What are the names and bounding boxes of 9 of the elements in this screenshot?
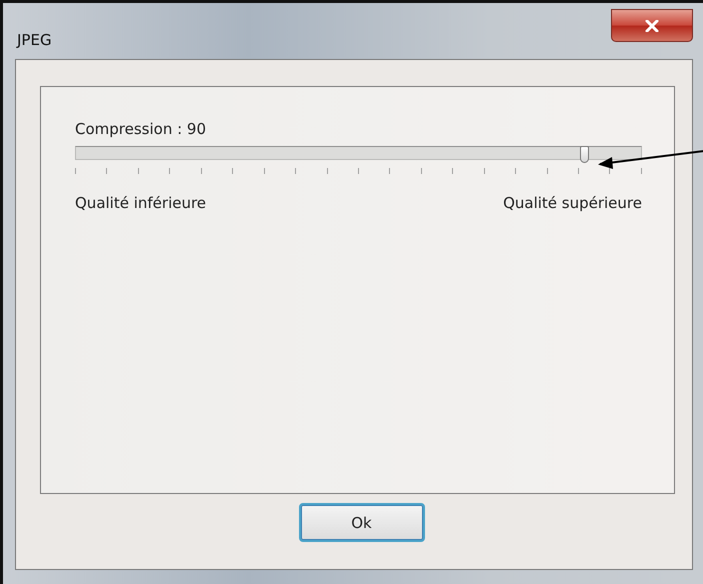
compression-label: Compression : 90 [75, 120, 206, 138]
slider-track[interactable] [75, 146, 642, 160]
window-title: JPEG [17, 31, 52, 49]
slider-thumb[interactable] [580, 146, 588, 163]
close-button[interactable] [611, 9, 693, 42]
ok-button[interactable]: Ok [298, 503, 424, 542]
max-label: Qualité supérieure [503, 194, 642, 212]
min-label: Qualité inférieure [75, 194, 206, 212]
close-icon [645, 20, 659, 32]
